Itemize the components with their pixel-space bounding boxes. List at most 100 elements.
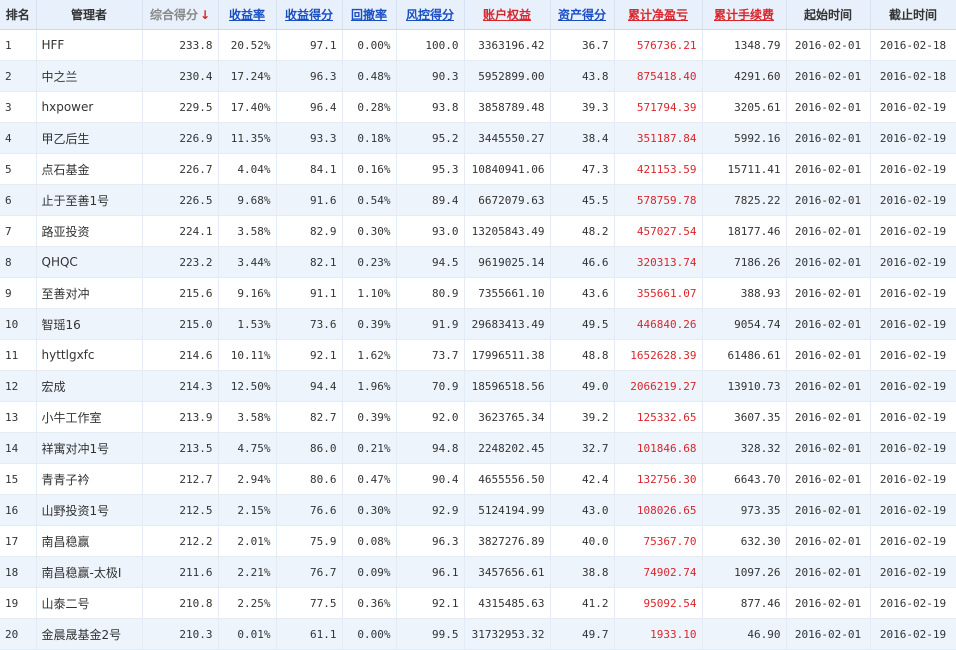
cell-asset-score: 40.0: [550, 525, 615, 557]
cell-return-rate: 3.44%: [218, 246, 277, 278]
cell-end-date: 2016-02-19: [870, 339, 956, 371]
cell-rank: 18: [0, 556, 37, 588]
cell-drawdown: 0.39%: [342, 401, 397, 433]
cell-equity: 7355661.10: [464, 277, 551, 309]
cell-end-date: 2016-02-18: [870, 60, 956, 92]
cell-manager[interactable]: 至善对冲: [36, 277, 143, 309]
cell-start-date: 2016-02-01: [786, 370, 871, 402]
cell-equity: 4315485.63: [464, 587, 551, 619]
header-return-rate[interactable]: 收益率: [218, 0, 277, 30]
cell-asset-score: 49.0: [550, 370, 615, 402]
table-row: 12 宏成 214.3 12.50% 94.4 1.96% 70.9 18596518.56 4…: [0, 370, 956, 402]
cell-manager[interactable]: 智瑶16: [36, 308, 143, 340]
cell-manager[interactable]: 南昌稳赢-太极I: [36, 556, 143, 588]
cell-fees: 46.90: [702, 618, 787, 650]
cell-manager[interactable]: 青青子衿: [36, 463, 143, 495]
cell-return-rate: 2.21%: [218, 556, 277, 588]
cell-drawdown: 0.47%: [342, 463, 397, 495]
cell-manager[interactable]: hxpower: [36, 91, 143, 123]
cell-manager[interactable]: 甲乙后生: [36, 122, 143, 154]
cell-equity: 10840941.06: [464, 153, 551, 185]
header-net-pnl[interactable]: 累计净盈亏: [614, 0, 703, 30]
cell-manager[interactable]: HFF: [36, 29, 143, 61]
cell-net-pnl: 101846.68: [614, 432, 703, 464]
cell-equity: 4655556.50: [464, 463, 551, 495]
cell-fees: 388.93: [702, 277, 787, 309]
cell-risk-score: 94.8: [396, 432, 465, 464]
cell-asset-score: 39.3: [550, 91, 615, 123]
cell-manager[interactable]: 止于至善1号: [36, 184, 143, 216]
cell-return-rate: 4.04%: [218, 153, 277, 185]
cell-manager[interactable]: 山泰二号: [36, 587, 143, 619]
header-equity[interactable]: 账户权益: [464, 0, 551, 30]
cell-manager[interactable]: hyttlgxfc: [36, 339, 143, 371]
cell-manager[interactable]: 路亚投资: [36, 215, 143, 247]
cell-risk-score: 96.1: [396, 556, 465, 588]
cell-end-date: 2016-02-19: [870, 401, 956, 433]
cell-return-score: 92.1: [276, 339, 343, 371]
cell-manager[interactable]: 中之兰: [36, 60, 143, 92]
cell-manager[interactable]: 小牛工作室: [36, 401, 143, 433]
table-row: 3 hxpower 229.5 17.40% 96.4 0.28% 93.8 3858789.…: [0, 91, 956, 123]
cell-manager[interactable]: 金晨晟基金2号: [36, 618, 143, 650]
header-fees[interactable]: 累计手续费: [702, 0, 787, 30]
header-return-score[interactable]: 收益得分: [276, 0, 343, 30]
cell-net-pnl: 1652628.39: [614, 339, 703, 371]
cell-return-rate: 4.75%: [218, 432, 277, 464]
cell-start-date: 2016-02-01: [786, 432, 871, 464]
cell-asset-score: 32.7: [550, 432, 615, 464]
cell-return-score: 96.3: [276, 60, 343, 92]
cell-end-date: 2016-02-19: [870, 122, 956, 154]
cell-return-rate: 9.68%: [218, 184, 277, 216]
cell-risk-score: 93.0: [396, 215, 465, 247]
table-row: 16 山野投资1号 212.5 2.15% 76.6 0.30% 92.9 5124194.9…: [0, 494, 956, 526]
cell-fees: 9054.74: [702, 308, 787, 340]
cell-start-date: 2016-02-01: [786, 153, 871, 185]
cell-net-pnl: 571794.39: [614, 91, 703, 123]
cell-fees: 7825.22: [702, 184, 787, 216]
cell-drawdown: 0.16%: [342, 153, 397, 185]
cell-asset-score: 38.4: [550, 122, 615, 154]
table-row: 19 山泰二号 210.8 2.25% 77.5 0.36% 92.1 4315485.63 4…: [0, 587, 956, 619]
header-risk-score[interactable]: 风控得分: [396, 0, 465, 30]
cell-manager[interactable]: 点石基金: [36, 153, 143, 185]
cell-equity: 5124194.99: [464, 494, 551, 526]
cell-manager[interactable]: 宏成: [36, 370, 143, 402]
cell-net-pnl: 74902.74: [614, 556, 703, 588]
cell-manager[interactable]: 南昌稳赢: [36, 525, 143, 557]
cell-drawdown: 0.36%: [342, 587, 397, 619]
cell-fees: 973.35: [702, 494, 787, 526]
ranking-table-body: 1 HFF 233.8 20.52% 97.1 0.00% 100.0 3363196.42 3…: [0, 29, 956, 650]
cell-start-date: 2016-02-01: [786, 587, 871, 619]
cell-equity: 5952899.00: [464, 60, 551, 92]
cell-risk-score: 91.9: [396, 308, 465, 340]
cell-total-score: 211.6: [142, 556, 219, 588]
cell-return-score: 76.6: [276, 494, 343, 526]
cell-drawdown: 0.23%: [342, 246, 397, 278]
cell-asset-score: 36.7: [550, 29, 615, 61]
cell-rank: 10: [0, 308, 37, 340]
cell-start-date: 2016-02-01: [786, 525, 871, 557]
sort-desc-arrow-icon: ↓: [199, 8, 211, 22]
cell-manager[interactable]: QHQC: [36, 246, 143, 278]
cell-risk-score: 95.3: [396, 153, 465, 185]
cell-start-date: 2016-02-01: [786, 91, 871, 123]
cell-start-date: 2016-02-01: [786, 308, 871, 340]
cell-rank: 7: [0, 215, 37, 247]
cell-total-score: 229.5: [142, 91, 219, 123]
cell-net-pnl: 351187.84: [614, 122, 703, 154]
cell-manager[interactable]: 祥寓对冲1号: [36, 432, 143, 464]
cell-start-date: 2016-02-01: [786, 494, 871, 526]
cell-risk-score: 99.5: [396, 618, 465, 650]
header-total-score[interactable]: 综合得分 ↓: [142, 0, 219, 30]
header-end-date: 截止时间: [870, 0, 956, 30]
cell-end-date: 2016-02-19: [870, 556, 956, 588]
cell-total-score: 233.8: [142, 29, 219, 61]
header-drawdown[interactable]: 回撤率: [342, 0, 397, 30]
cell-asset-score: 46.6: [550, 246, 615, 278]
cell-start-date: 2016-02-01: [786, 246, 871, 278]
cell-manager[interactable]: 山野投资1号: [36, 494, 143, 526]
cell-end-date: 2016-02-19: [870, 277, 956, 309]
cell-total-score: 213.5: [142, 432, 219, 464]
header-asset-score[interactable]: 资产得分: [550, 0, 615, 30]
